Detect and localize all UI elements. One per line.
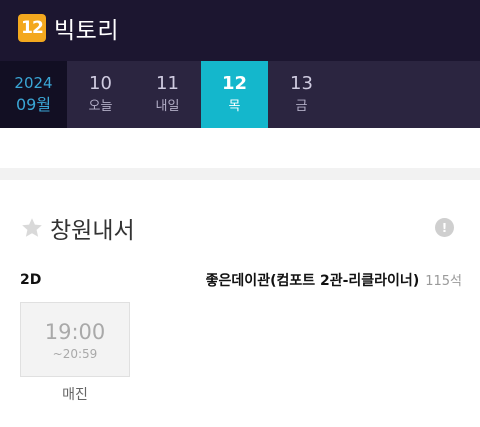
screen-row: 2D 좋은데이관(컴포트 2관-리클라이너) 115석 <box>20 270 462 290</box>
day-tab-10[interactable]: 10 오늘 <box>67 61 134 128</box>
seat-count: 115석 <box>425 274 462 289</box>
favorite-star-icon[interactable] <box>20 216 44 240</box>
year-month: 2024 09월 <box>0 61 67 128</box>
brand-name: 빅토리 <box>54 18 119 44</box>
day-label: 금 <box>295 99 308 114</box>
day-number: 11 <box>156 73 179 94</box>
day-number: 12 <box>221 73 248 94</box>
showtime-end: ~20:59 <box>52 346 98 361</box>
screen-name: 좋은데이관(컴포트 2관-리클라이너) <box>205 273 420 289</box>
date-selector: 2024 09월 10 오늘 11 내일 12 목 13 금 <box>0 61 480 128</box>
showtime-slot[interactable]: 19:00 ~20:59 <box>20 302 130 377</box>
day-tab-11[interactable]: 11 내일 <box>134 61 201 128</box>
info-icon[interactable]: ! <box>435 218 454 237</box>
day-label: 목 <box>228 99 241 114</box>
day-number: 10 <box>89 73 112 94</box>
app-header: 12 빅토리 2024 09월 10 오늘 11 내일 12 목 13 금 <box>0 0 480 128</box>
day-number: 13 <box>290 73 313 94</box>
theater-name: 창원내서 <box>50 218 135 244</box>
year-label: 2024 <box>14 73 53 92</box>
brand[interactable]: 12 빅토리 <box>18 13 119 44</box>
day-label: 내일 <box>155 99 180 114</box>
content-top-spacer <box>0 128 480 168</box>
format-label: 2D <box>20 272 42 288</box>
theater-header: 창원내서 ! <box>20 210 460 246</box>
day-list: 10 오늘 11 내일 12 목 13 금 <box>67 61 480 128</box>
day-tab-12-selected[interactable]: 12 목 <box>201 61 268 128</box>
month-label: 09월 <box>15 94 52 114</box>
day-tab-13[interactable]: 13 금 <box>268 61 335 128</box>
section-divider <box>0 168 480 180</box>
sold-out-label: 매진 <box>62 387 88 403</box>
day-label: 오늘 <box>88 99 113 114</box>
showtime-start: 19:00 <box>44 319 106 344</box>
screen-info: 좋은데이관(컴포트 2관-리클라이너) 115석 <box>206 270 462 290</box>
brand-logo-icon: 12 <box>18 14 46 42</box>
